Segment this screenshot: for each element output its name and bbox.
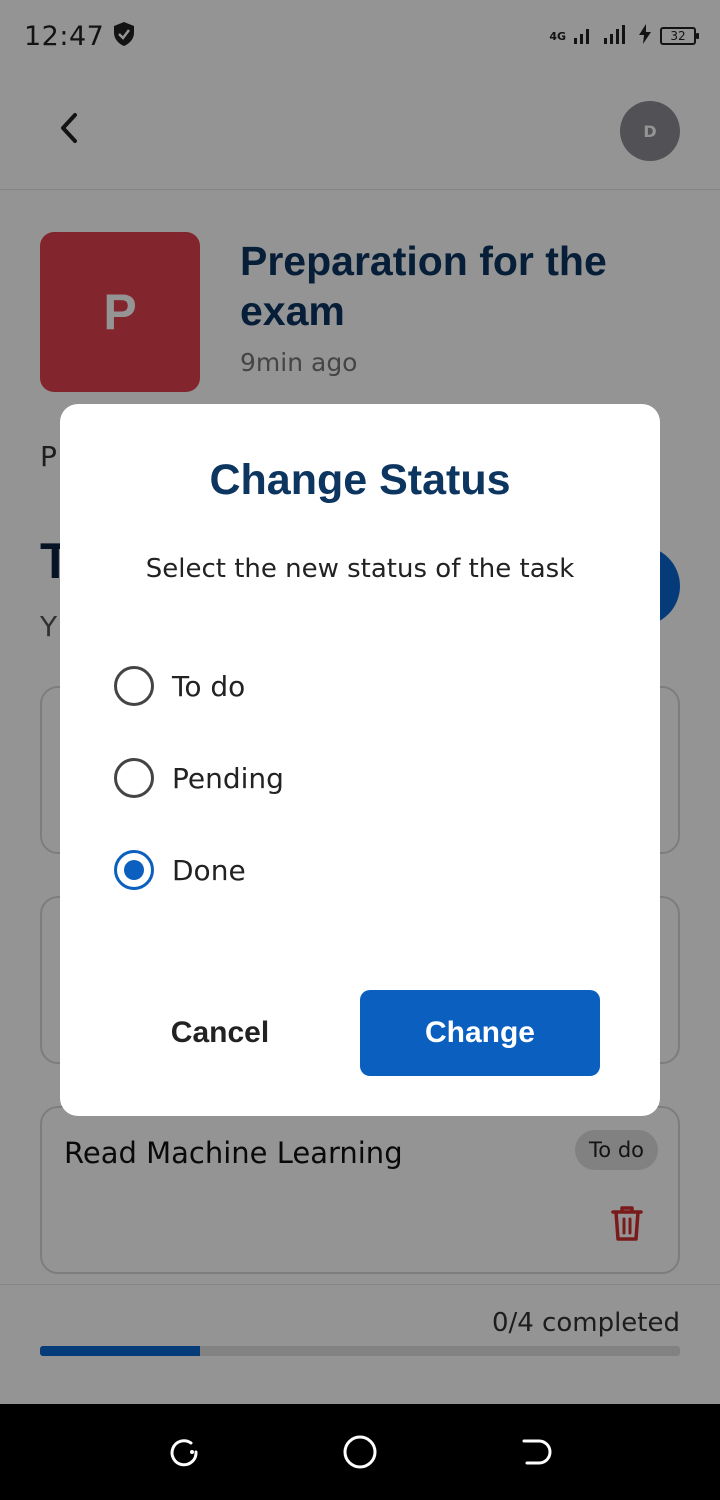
radio-label: Pending xyxy=(172,761,284,795)
radio-option-to-do[interactable]: To do xyxy=(114,656,594,716)
radio-option-pending[interactable]: Pending xyxy=(114,748,594,808)
radio-unselected-icon[interactable] xyxy=(114,666,154,706)
cancel-button[interactable]: Cancel xyxy=(120,990,320,1076)
navigation-bar xyxy=(0,1404,720,1500)
change-status-dialog: Change Status Select the new status of t… xyxy=(60,404,660,1116)
radio-unselected-icon[interactable] xyxy=(114,758,154,798)
dialog-subtitle: Select the new status of the task xyxy=(145,554,575,584)
home-icon[interactable] xyxy=(342,1434,378,1470)
recents-icon[interactable] xyxy=(166,1434,202,1470)
radio-label: To do xyxy=(172,669,246,703)
radio-dot xyxy=(124,860,144,880)
radio-selected-icon[interactable] xyxy=(114,850,154,890)
dialog-title: Change Status xyxy=(209,456,511,504)
back-icon[interactable] xyxy=(518,1434,554,1470)
radio-option-done[interactable]: Done xyxy=(114,840,594,900)
radio-label: Done xyxy=(172,853,246,887)
change-button[interactable]: Change xyxy=(360,990,600,1076)
